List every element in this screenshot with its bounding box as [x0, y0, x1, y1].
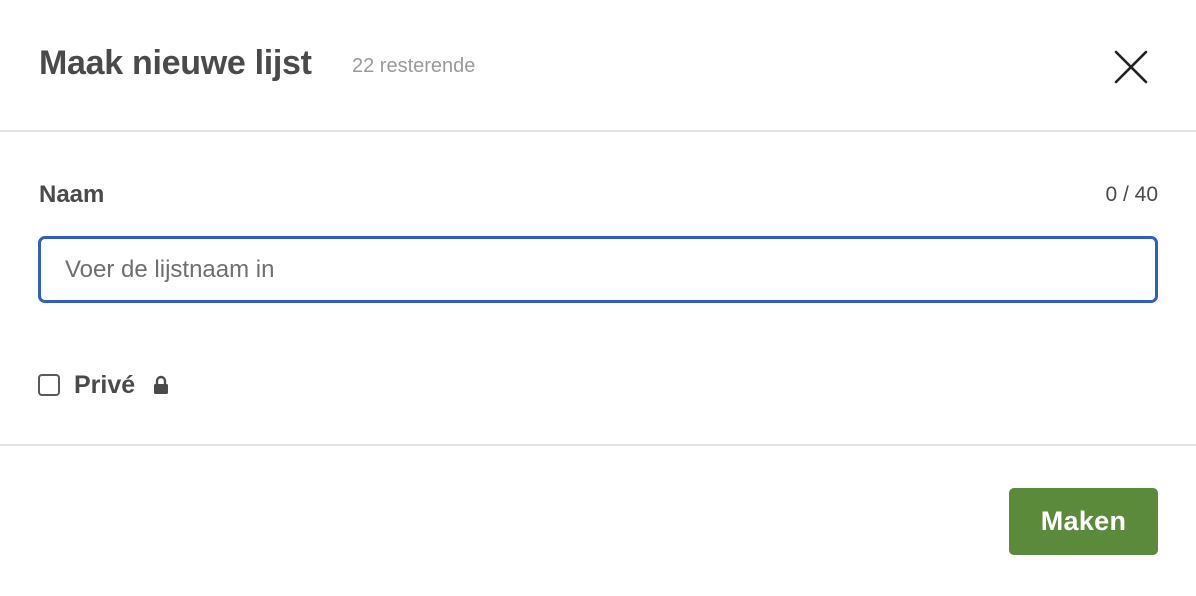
close-icon	[1114, 50, 1148, 84]
dialog-title: Maak nieuwe lijst	[39, 44, 312, 82]
close-button[interactable]	[1108, 44, 1154, 90]
name-label: Naam	[39, 181, 105, 208]
lock-icon	[153, 375, 169, 395]
remaining-count: 22 resterende	[352, 55, 476, 77]
character-counter: 0 / 40	[1105, 183, 1158, 206]
private-checkbox[interactable]	[38, 374, 60, 396]
create-button[interactable]: Maken	[1009, 488, 1158, 555]
dialog-body: Naam 0 / 40 Privé	[0, 132, 1196, 446]
create-list-dialog: Maak nieuwe lijst 22 resterende Naam 0 /…	[0, 0, 1196, 596]
dialog-footer: Maken	[0, 446, 1196, 596]
private-label[interactable]: Privé	[74, 371, 135, 400]
dialog-header: Maak nieuwe lijst 22 resterende	[0, 0, 1196, 132]
list-name-input[interactable]	[38, 236, 1158, 303]
private-option: Privé	[38, 370, 169, 400]
